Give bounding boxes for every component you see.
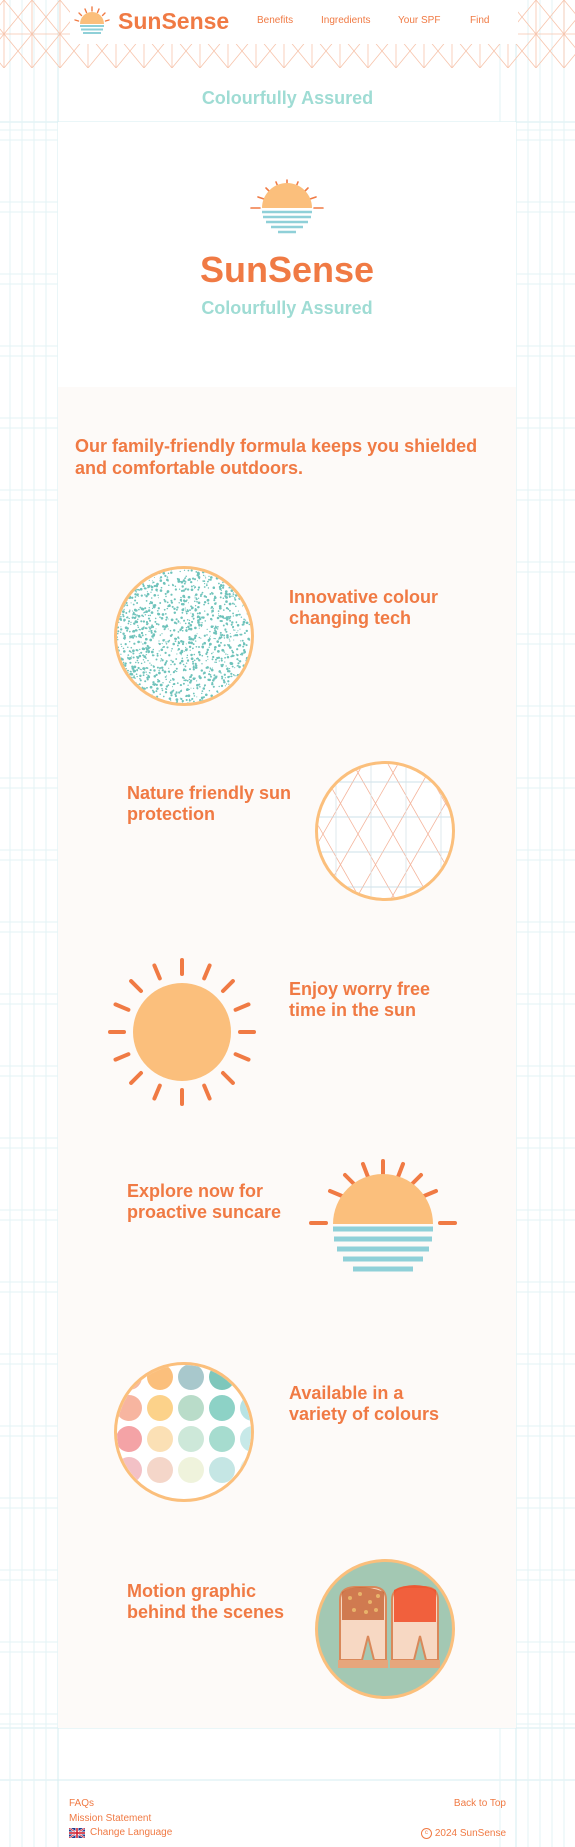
nav-your-spf[interactable]: Your SPF: [398, 15, 448, 26]
hero-section: SunSense Colourfully Assured: [58, 122, 516, 387]
feature-text-worry-free: Enjoy worry free time in the sun: [289, 979, 431, 1020]
geometric-line-circle: [315, 761, 455, 901]
teal-noise-circle: [114, 566, 254, 706]
footer-mission-link[interactable]: Mission Statement: [69, 1813, 151, 1824]
hero-sun-icon: [250, 179, 324, 234]
toast-photo: [338, 1585, 440, 1668]
geometric-pattern: [318, 764, 452, 898]
sun-logo-icon: [74, 6, 110, 34]
intro-text: Our family-friendly formula keeps you sh…: [75, 436, 478, 478]
feature-text-nature: Nature friendly sun protection: [127, 783, 292, 824]
feature-text-explore: Explore now for proactive suncare: [127, 1181, 282, 1222]
hero-brand: SunSense: [199, 249, 375, 290]
footer-language-label: Change Language: [90, 1827, 173, 1838]
copyright: c 2024 SunSense: [420, 1828, 506, 1839]
feature-text-motion: Motion graphic behind the scenes: [127, 1581, 285, 1622]
nav-ingredients[interactable]: Ingredients: [321, 15, 381, 26]
page-tagline: Colourfully Assured: [201, 88, 374, 108]
feature-text-colour-tech: Innovative colour changing tech: [289, 587, 439, 628]
feature-text-colours: Available in a variety of colours: [289, 1383, 440, 1424]
teal-noise-texture: [117, 569, 251, 703]
copyright-icon: c: [420, 1828, 432, 1839]
toast-photo-circle: [315, 1559, 455, 1699]
copyright-text: 2024 SunSense: [434, 1828, 506, 1839]
logo[interactable]: SunSense: [72, 6, 229, 36]
brand-name: SunSense: [118, 7, 230, 34]
features-section: Our family-friendly formula keeps you sh…: [58, 387, 516, 1728]
sunset-icon: [309, 1159, 457, 1272]
main-column: SunSense Colourfully Assured Our family-…: [58, 122, 516, 1728]
site-header: SunSense Benefits Ingredients Your SPF F…: [0, 0, 575, 68]
nav-find[interactable]: Find: [470, 15, 500, 26]
colour-dots-pattern: [117, 1365, 251, 1483]
back-to-top-link[interactable]: Back to Top: [454, 1798, 506, 1809]
site-footer: FAQs Mission Statement Change Language B…: [0, 1790, 575, 1847]
uk-flag-icon: [69, 1827, 85, 1838]
sun-icon: [108, 958, 256, 1106]
nav-benefits[interactable]: Benefits: [257, 15, 293, 26]
colour-dots-circle: [114, 1362, 254, 1502]
footer-language-link[interactable]: Change Language: [69, 1827, 172, 1838]
footer-faqs-link[interactable]: FAQs: [69, 1798, 94, 1809]
hero-tagline: Colourfully Assured: [201, 298, 373, 318]
